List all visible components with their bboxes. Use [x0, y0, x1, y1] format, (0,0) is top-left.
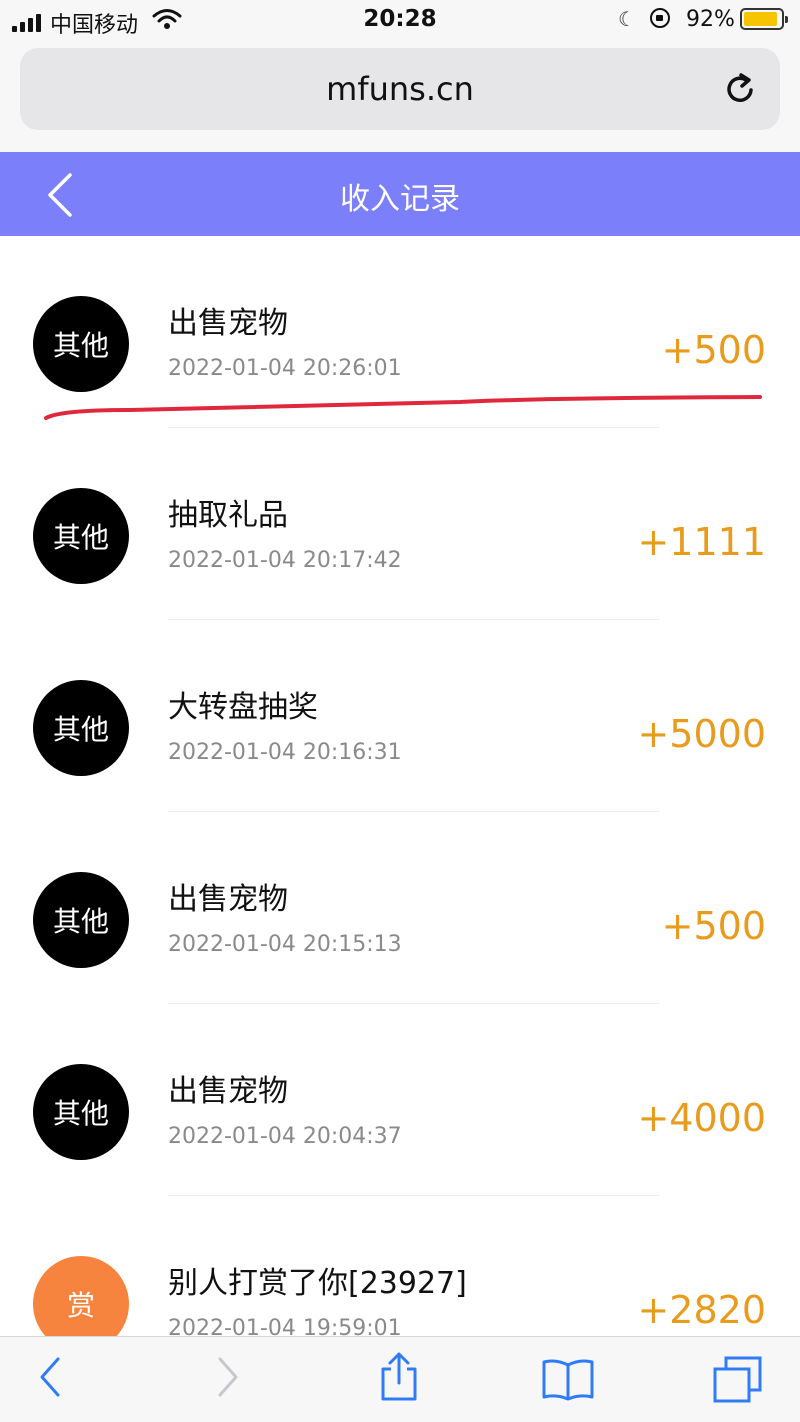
share-icon[interactable]	[378, 1351, 420, 1403]
record-title: 抽取礼品	[168, 498, 288, 533]
url-text[interactable]: mfuns.cn	[20, 70, 780, 108]
battery-level	[744, 12, 777, 26]
record-amount: +2820	[637, 1288, 766, 1332]
record-amount: +4000	[637, 1096, 766, 1140]
page-title: 收入记录	[340, 182, 460, 217]
record-time: 2022-01-04 20:26:01	[168, 356, 402, 381]
record-title: 出售宠物	[168, 882, 288, 917]
status-time: 20:28	[363, 6, 437, 32]
record-title: 别人打赏了你[23927]	[168, 1266, 467, 1301]
record-time: 2022-01-04 20:15:13	[168, 932, 402, 957]
record-amount: +5000	[637, 712, 766, 756]
record-amount: +500	[661, 328, 766, 372]
record-time: 2022-01-04 20:04:37	[168, 1124, 402, 1149]
address-bar[interactable]: mfuns.cn	[20, 48, 780, 130]
orientation-lock-icon	[650, 8, 670, 28]
battery-percent: 92%	[686, 7, 735, 32]
record-row[interactable]: 其他 抽取礼品 2022-01-04 20:17:42 +1111	[0, 428, 800, 620]
tabs-icon[interactable]	[712, 1355, 764, 1405]
record-time: 2022-01-04 20:17:42	[168, 548, 402, 573]
bookmarks-icon[interactable]	[540, 1357, 596, 1401]
category-badge: 其他	[33, 488, 129, 584]
record-row[interactable]: 其他 出售宠物 2022-01-04 20:15:13 +500	[0, 812, 800, 1004]
moon-icon: ☾	[618, 7, 636, 31]
record-row[interactable]: 其他 出售宠物 2022-01-04 20:04:37 +4000	[0, 1004, 800, 1196]
record-amount: +1111	[637, 520, 766, 564]
browser-toolbar	[0, 1336, 800, 1422]
page-header: 收入记录	[0, 152, 800, 236]
record-title: 出售宠物	[168, 1074, 288, 1109]
record-row[interactable]: 其他 出售宠物 2022-01-04 20:26:01 +500	[0, 236, 800, 428]
income-record-list: 其他 出售宠物 2022-01-04 20:26:01 +500 其他 抽取礼品…	[0, 236, 800, 1388]
forward-icon[interactable]	[214, 1355, 242, 1399]
category-badge: 其他	[33, 296, 129, 392]
battery-icon	[740, 8, 788, 30]
status-bar: 中国移动 20:28 ☾ 92%	[0, 0, 800, 40]
record-title: 出售宠物	[168, 306, 288, 341]
category-badge: 其他	[33, 1064, 129, 1160]
record-amount: +500	[661, 904, 766, 948]
category-badge: 其他	[33, 680, 129, 776]
back-icon[interactable]	[36, 1355, 64, 1399]
category-badge: 其他	[33, 872, 129, 968]
reload-icon[interactable]	[724, 72, 758, 106]
record-title: 大转盘抽奖	[168, 690, 318, 725]
record-row[interactable]: 其他 大转盘抽奖 2022-01-04 20:16:31 +5000	[0, 620, 800, 812]
browser-address-area: mfuns.cn	[0, 40, 800, 152]
record-time: 2022-01-04 20:16:31	[168, 740, 402, 765]
